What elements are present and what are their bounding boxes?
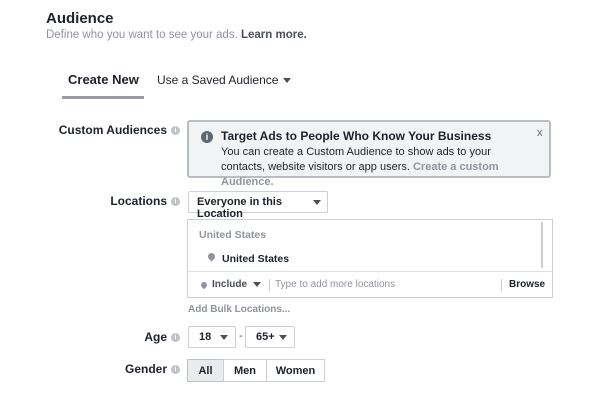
gender-label: Gender bbox=[124, 362, 167, 376]
age-max-value: 65+ bbox=[256, 331, 275, 343]
custom-audience-notice: i Target Ads to People Who Know Your Bus… bbox=[187, 120, 551, 188]
custom-audiences-label: Custom Audiences bbox=[58, 123, 167, 137]
close-icon[interactable]: x bbox=[537, 127, 543, 139]
notice-info-icon: i bbox=[201, 131, 213, 143]
notice-body: You can create a Custom Audience to show… bbox=[221, 145, 531, 190]
location-scope-value: Everyone in this Location bbox=[197, 196, 282, 220]
browse-button[interactable]: Browse bbox=[509, 279, 545, 290]
chevron-down-icon bbox=[279, 335, 287, 340]
divider bbox=[501, 279, 502, 291]
locations-label: Locations bbox=[110, 194, 167, 208]
subtitle-text: Define who you want to see your ads. bbox=[46, 29, 238, 41]
info-icon[interactable]: i bbox=[171, 365, 180, 374]
divider bbox=[188, 271, 552, 272]
info-icon[interactable]: i bbox=[171, 333, 180, 342]
gender-all-button[interactable]: All bbox=[187, 359, 224, 382]
age-label: Age bbox=[144, 330, 167, 344]
age-min-select[interactable]: 18 bbox=[188, 326, 236, 348]
scrollbar[interactable] bbox=[541, 222, 543, 268]
chevron-down-icon bbox=[313, 200, 321, 205]
location-pin-icon bbox=[206, 251, 217, 262]
info-icon[interactable]: i bbox=[171, 197, 180, 206]
age-separator: - bbox=[239, 330, 243, 342]
include-label: Include bbox=[212, 279, 248, 290]
learn-more-link[interactable]: Learn more. bbox=[241, 29, 307, 41]
notice-title: Target Ads to People Who Know Your Busin… bbox=[221, 129, 492, 143]
age-max-select[interactable]: 65+ bbox=[245, 326, 295, 348]
chevron-down-icon bbox=[220, 335, 228, 340]
chevron-down-icon bbox=[253, 281, 262, 287]
gender-men-button[interactable]: Men bbox=[223, 359, 267, 382]
active-tab-indicator bbox=[62, 96, 144, 99]
tab-saved-label: Use a Saved Audience bbox=[157, 73, 279, 87]
location-pin-icon bbox=[199, 280, 209, 290]
chevron-down-icon bbox=[283, 78, 292, 84]
location-item[interactable]: United States bbox=[222, 253, 289, 265]
page-title: Audience bbox=[46, 10, 114, 27]
include-dropdown[interactable]: Include bbox=[212, 279, 262, 290]
location-group-header: United States bbox=[199, 229, 267, 241]
tab-saved-audience[interactable]: Use a Saved Audience bbox=[157, 73, 292, 87]
divider bbox=[269, 279, 270, 291]
locations-list-box: United States United States Include Type… bbox=[187, 219, 553, 298]
info-icon[interactable]: i bbox=[171, 126, 180, 135]
gender-women-button[interactable]: Women bbox=[266, 359, 325, 382]
location-search-input[interactable]: Type to add more locations bbox=[275, 279, 395, 290]
add-bulk-locations-link[interactable]: Add Bulk Locations... bbox=[188, 304, 290, 315]
age-min-value: 18 bbox=[199, 331, 212, 343]
location-scope-select[interactable]: Everyone in this Location bbox=[188, 191, 328, 220]
page-subtitle: Define who you want to see your ads. Lea… bbox=[46, 29, 307, 41]
tab-create-new[interactable]: Create New bbox=[68, 72, 139, 87]
